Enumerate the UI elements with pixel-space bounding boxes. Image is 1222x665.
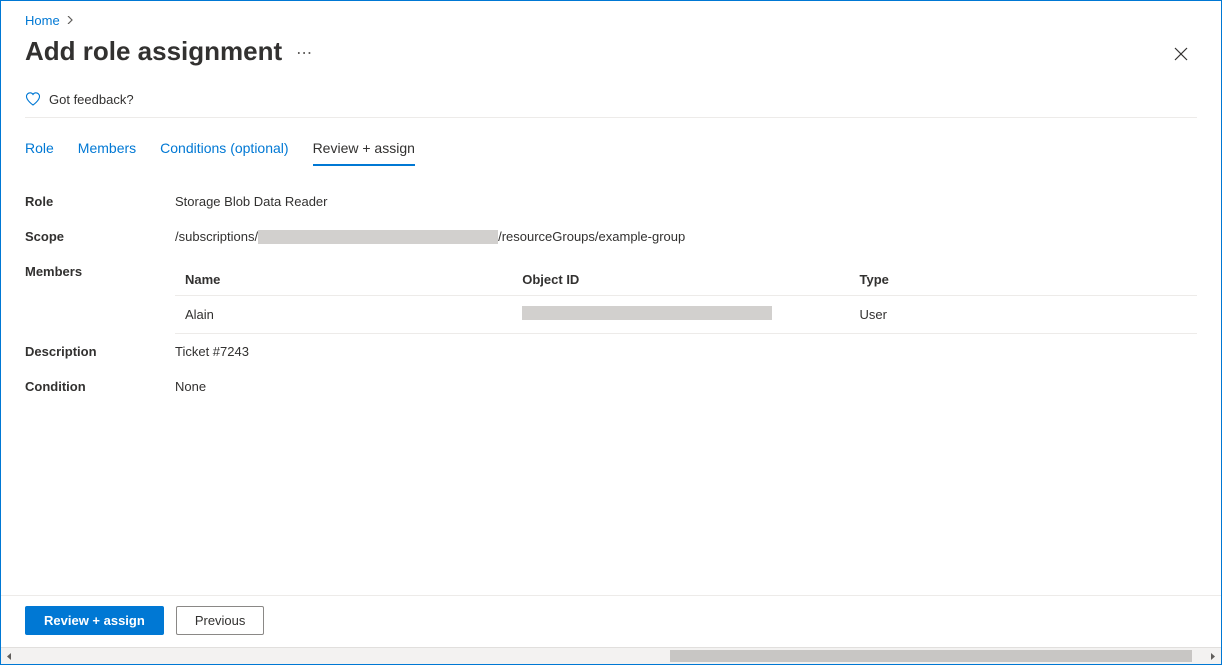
azure-panel: Home Add role assignment ⋯ Got f — [0, 0, 1222, 665]
scroll-thumb[interactable] — [670, 650, 1192, 662]
scope-redacted — [258, 230, 498, 244]
close-icon — [1174, 47, 1188, 61]
col-type: Type — [850, 264, 1198, 296]
more-actions-button[interactable]: ⋯ — [296, 43, 313, 65]
value-condition: None — [175, 379, 1197, 394]
feedback-label: Got feedback? — [49, 92, 134, 107]
review-assign-button[interactable]: Review + assign — [25, 606, 164, 635]
heart-icon — [25, 91, 41, 107]
tab-conditions[interactable]: Conditions (optional) — [160, 140, 288, 166]
title-left: Add role assignment ⋯ — [25, 36, 313, 71]
row-scope: Scope /subscriptions/ /resourceGroups/ex… — [25, 229, 1197, 244]
row-role: Role Storage Blob Data Reader — [25, 194, 1197, 209]
label-role: Role — [25, 194, 175, 209]
chevron-right-icon — [66, 15, 74, 27]
horizontal-scrollbar[interactable] — [1, 647, 1221, 664]
tab-review-assign[interactable]: Review + assign — [313, 140, 415, 166]
scroll-right-arrow-icon[interactable] — [1204, 648, 1221, 665]
col-object-id: Object ID — [512, 264, 849, 296]
footer-bar: Review + assign Previous — [1, 595, 1221, 647]
row-description: Description Ticket #7243 — [25, 344, 1197, 359]
members-table-wrapper: Name Object ID Type Alain User — [175, 264, 1197, 334]
tabs: Role Members Conditions (optional) Revie… — [25, 140, 1197, 166]
scroll-left-arrow-icon[interactable] — [1, 648, 18, 665]
cell-object-id — [512, 296, 849, 334]
tab-members[interactable]: Members — [78, 140, 136, 166]
row-condition: Condition None — [25, 379, 1197, 394]
breadcrumb: Home — [25, 13, 1197, 28]
value-scope: /subscriptions/ /resourceGroups/example-… — [175, 229, 1197, 244]
row-members: Members Name Object ID Type Alai — [25, 264, 1197, 334]
table-row: Alain User — [175, 296, 1197, 334]
main-area: Home Add role assignment ⋯ Got f — [1, 1, 1221, 595]
col-name: Name — [175, 264, 512, 296]
table-header-row: Name Object ID Type — [175, 264, 1197, 296]
label-scope: Scope — [25, 229, 175, 244]
close-button[interactable] — [1165, 38, 1197, 70]
cell-type: User — [850, 296, 1198, 334]
label-condition: Condition — [25, 379, 175, 394]
scope-suffix: /resourceGroups/example-group — [498, 229, 685, 244]
page-title: Add role assignment — [25, 36, 282, 67]
previous-button[interactable]: Previous — [176, 606, 265, 635]
scroll-track[interactable] — [18, 648, 1204, 664]
tab-role[interactable]: Role — [25, 140, 54, 166]
value-description: Ticket #7243 — [175, 344, 1197, 359]
summary: Role Storage Blob Data Reader Scope /sub… — [25, 194, 1197, 414]
label-members: Members — [25, 264, 175, 279]
breadcrumb-home-link[interactable]: Home — [25, 13, 60, 28]
feedback-link[interactable]: Got feedback? — [25, 91, 1197, 118]
object-id-redacted — [522, 306, 772, 320]
title-row: Add role assignment ⋯ — [25, 36, 1197, 71]
scope-prefix: /subscriptions/ — [175, 229, 258, 244]
label-description: Description — [25, 344, 175, 359]
value-role: Storage Blob Data Reader — [175, 194, 1197, 209]
members-table: Name Object ID Type Alain User — [175, 264, 1197, 334]
cell-name: Alain — [175, 296, 512, 334]
